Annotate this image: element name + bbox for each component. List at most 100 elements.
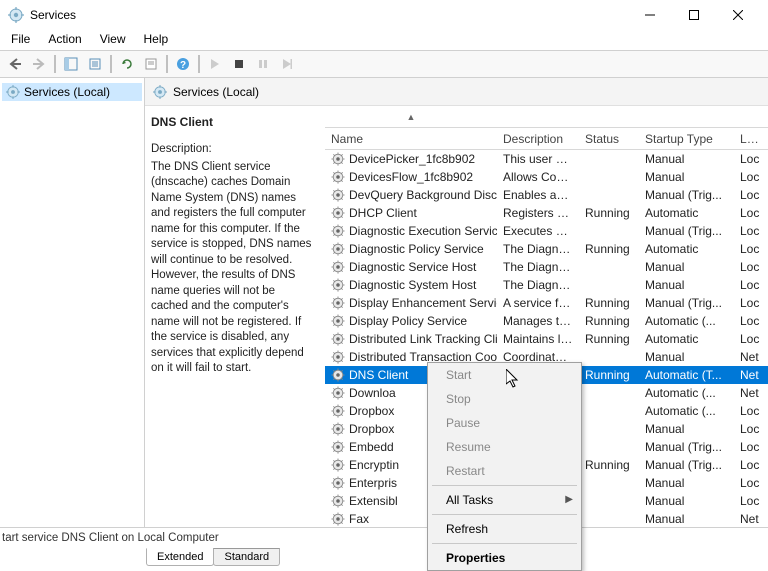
gear-icon bbox=[331, 458, 345, 472]
minimize-button[interactable] bbox=[628, 1, 672, 29]
pane-header-title: Services (Local) bbox=[173, 85, 259, 99]
service-description: The Diagno... bbox=[497, 242, 579, 256]
context-start[interactable]: Start bbox=[428, 363, 581, 387]
list-header: ▲ bbox=[325, 106, 768, 128]
gear-icon bbox=[331, 386, 345, 400]
table-row[interactable]: DHCP ClientRegisters an...RunningAutomat… bbox=[325, 204, 768, 222]
description-text: The DNS Client service (dnscache) caches… bbox=[151, 160, 315, 377]
tree-pane: Services (Local) bbox=[0, 78, 145, 527]
title-bar: Services bbox=[0, 0, 768, 30]
menu-action[interactable]: Action bbox=[39, 30, 90, 50]
service-description: The Diagno... bbox=[497, 260, 579, 274]
gear-icon bbox=[331, 332, 345, 346]
back-button[interactable] bbox=[4, 53, 26, 75]
service-description: Enables app... bbox=[497, 188, 579, 202]
tree-root-item[interactable]: Services (Local) bbox=[2, 83, 142, 101]
service-logon: Loc bbox=[734, 278, 766, 292]
table-row[interactable]: Display Policy ServiceManages th...Runni… bbox=[325, 312, 768, 330]
service-name: Diagnostic Execution Service bbox=[349, 224, 497, 238]
context-stop[interactable]: Stop bbox=[428, 387, 581, 411]
context-resume[interactable]: Resume bbox=[428, 435, 581, 459]
service-description: Allows Con... bbox=[497, 170, 579, 184]
gear-icon bbox=[331, 350, 345, 364]
service-startup-type: Manual bbox=[639, 494, 734, 508]
table-row[interactable]: DevicePicker_1fc8b902This user ser...Man… bbox=[325, 150, 768, 168]
service-startup-type: Manual (Trig... bbox=[639, 224, 734, 238]
col-startup-type[interactable]: Startup Type bbox=[639, 132, 734, 146]
service-logon: Loc bbox=[734, 206, 766, 220]
table-row[interactable]: Diagnostic Policy ServiceThe Diagno...Ru… bbox=[325, 240, 768, 258]
service-logon: Loc bbox=[734, 188, 766, 202]
gear-icon bbox=[331, 422, 345, 436]
refresh-button[interactable] bbox=[116, 53, 138, 75]
table-row[interactable]: Display Enhancement ServiceA service fo.… bbox=[325, 294, 768, 312]
separator bbox=[198, 55, 200, 73]
service-name: DevicePicker_1fc8b902 bbox=[349, 152, 475, 166]
service-logon: Loc bbox=[734, 440, 766, 454]
col-logon[interactable]: Log bbox=[734, 132, 766, 146]
menu-bar: File Action View Help bbox=[0, 30, 768, 50]
service-startup-type: Automatic bbox=[639, 332, 734, 346]
tab-standard[interactable]: Standard bbox=[213, 548, 280, 566]
pause-service-button[interactable] bbox=[252, 53, 274, 75]
start-service-button[interactable] bbox=[204, 53, 226, 75]
service-status: Running bbox=[579, 332, 639, 346]
context-menu: Start Stop Pause Resume Restart All Task… bbox=[427, 362, 582, 571]
main-area: Services (Local) Services (Local) DNS Cl… bbox=[0, 78, 768, 528]
service-name: Diagnostic Policy Service bbox=[349, 242, 484, 256]
service-description: The Diagno... bbox=[497, 278, 579, 292]
restart-service-button[interactable] bbox=[276, 53, 298, 75]
service-logon: Loc bbox=[734, 404, 766, 418]
col-status[interactable]: Status bbox=[579, 132, 639, 146]
show-hide-tree-button[interactable] bbox=[60, 53, 82, 75]
col-name[interactable]: Name bbox=[325, 132, 497, 146]
context-properties[interactable]: Properties bbox=[428, 546, 581, 570]
detail-panel: DNS Client Description: The DNS Client s… bbox=[145, 106, 325, 527]
service-startup-type: Manual bbox=[639, 476, 734, 490]
service-startup-type: Automatic (... bbox=[639, 404, 734, 418]
tab-extended[interactable]: Extended bbox=[146, 548, 214, 566]
separator bbox=[432, 543, 577, 544]
maximize-button[interactable] bbox=[672, 1, 716, 29]
context-refresh[interactable]: Refresh bbox=[428, 517, 581, 541]
table-row[interactable]: Diagnostic Execution ServiceExecutes di.… bbox=[325, 222, 768, 240]
gear-icon bbox=[331, 224, 345, 238]
gear-icon bbox=[331, 278, 345, 292]
service-status: Running bbox=[579, 458, 639, 472]
menu-file[interactable]: File bbox=[2, 30, 39, 50]
context-pause[interactable]: Pause bbox=[428, 411, 581, 435]
service-name: DHCP Client bbox=[349, 206, 417, 220]
service-startup-type: Manual bbox=[639, 278, 734, 292]
chevron-right-icon: ▶ bbox=[565, 494, 573, 505]
table-row[interactable]: DevicesFlow_1fc8b902Allows Con...ManualL… bbox=[325, 168, 768, 186]
service-startup-type: Manual bbox=[639, 170, 734, 184]
gear-icon bbox=[331, 188, 345, 202]
context-restart[interactable]: Restart bbox=[428, 459, 581, 483]
gear-icon bbox=[331, 296, 345, 310]
context-all-tasks[interactable]: All Tasks▶ bbox=[428, 488, 581, 512]
service-name: Extensibl bbox=[349, 494, 398, 508]
help-button[interactable]: ? bbox=[172, 53, 194, 75]
gear-icon bbox=[331, 260, 345, 274]
gear-icon bbox=[331, 404, 345, 418]
pane-header-icon bbox=[153, 85, 167, 99]
menu-view[interactable]: View bbox=[91, 30, 135, 50]
table-row[interactable]: DevQuery Background Disc...Enables app..… bbox=[325, 186, 768, 204]
service-logon: Loc bbox=[734, 476, 766, 490]
service-logon: Loc bbox=[734, 242, 766, 256]
col-description[interactable]: Description bbox=[497, 132, 579, 146]
stop-service-button[interactable] bbox=[228, 53, 250, 75]
table-row[interactable]: Distributed Link Tracking Cli...Maintain… bbox=[325, 330, 768, 348]
service-name: Diagnostic Service Host bbox=[349, 260, 476, 274]
service-logon: Loc bbox=[734, 296, 766, 310]
menu-help[interactable]: Help bbox=[135, 30, 178, 50]
export-list-button[interactable] bbox=[84, 53, 106, 75]
properties-button[interactable] bbox=[140, 53, 162, 75]
service-name: Diagnostic System Host bbox=[349, 278, 476, 292]
service-startup-type: Automatic bbox=[639, 242, 734, 256]
forward-button[interactable] bbox=[28, 53, 50, 75]
table-row[interactable]: Diagnostic Service HostThe Diagno...Manu… bbox=[325, 258, 768, 276]
close-button[interactable] bbox=[716, 1, 760, 29]
table-row[interactable]: Diagnostic System Host The Diagno... Manua… bbox=[325, 276, 768, 294]
separator bbox=[166, 55, 168, 73]
